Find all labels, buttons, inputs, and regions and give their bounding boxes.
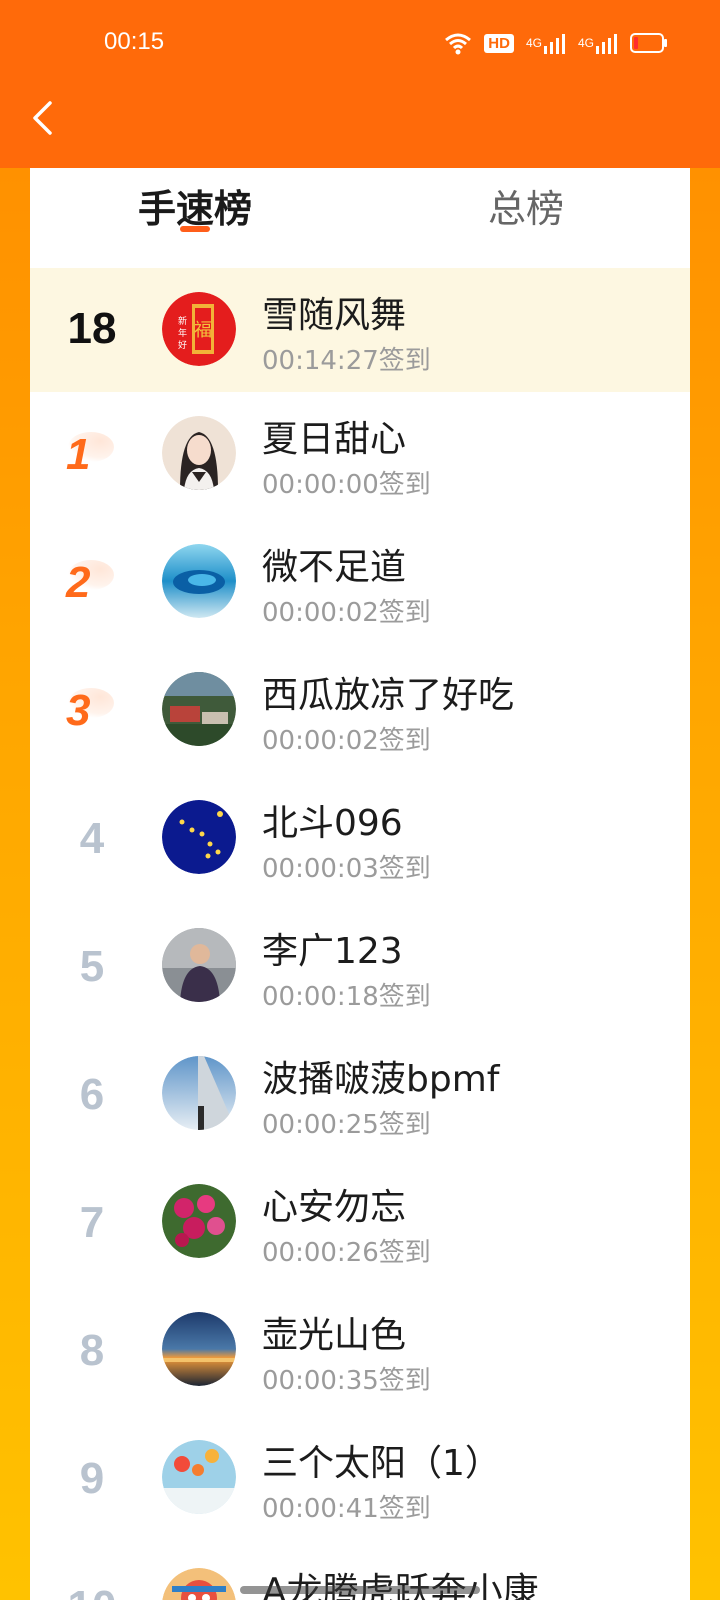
rank-number: 5 xyxy=(79,942,105,991)
battery-low-icon xyxy=(630,30,668,56)
user-name: 壶光山色 xyxy=(262,1315,407,1356)
status-time: 00:15 xyxy=(104,28,165,55)
list-item[interactable]: 7 心安勿忘 00:00:26签到 xyxy=(30,1160,690,1288)
avatar[interactable] xyxy=(162,1568,236,1600)
leaderboard-panel: 手速榜 总榜 18 福新年好 雪随风舞 00:14:27签到 1 夏日甜心 00… xyxy=(30,168,690,1600)
rank-number: 10 xyxy=(30,1582,154,1600)
checkin-time: 00:14:27签到 xyxy=(262,346,431,376)
signal-4g-icon: 4G xyxy=(578,30,618,56)
checkin-time: 00:00:02签到 xyxy=(262,598,431,628)
avatar[interactable]: 福新年好 xyxy=(162,292,236,366)
avatar[interactable] xyxy=(162,928,236,1002)
list-item[interactable]: 3 西瓜放凉了好吃 00:00:02签到 xyxy=(30,648,690,776)
list-item[interactable]: 9 三个太阳（1） 00:00:41签到 xyxy=(30,1416,690,1544)
rank-number: 9 xyxy=(79,1454,105,1503)
home-indicator[interactable] xyxy=(240,1586,480,1594)
avatar[interactable] xyxy=(162,672,236,746)
checkin-time: 00:00:25签到 xyxy=(262,1110,431,1140)
svg-text:福: 福 xyxy=(194,320,212,341)
avatar[interactable] xyxy=(162,1056,236,1130)
avatar[interactable] xyxy=(162,544,236,618)
user-name: 北斗096 xyxy=(262,803,403,844)
avatar[interactable] xyxy=(162,1312,236,1386)
rank-number: 1 xyxy=(66,430,91,479)
avatar[interactable] xyxy=(162,1184,236,1258)
user-name: 李广123 xyxy=(262,931,403,972)
user-name: 心安勿忘 xyxy=(262,1187,407,1228)
tab-speed-ranking[interactable]: 手速榜 xyxy=(138,178,252,233)
avatar[interactable] xyxy=(162,416,236,490)
checkin-time: 00:00:35签到 xyxy=(262,1366,431,1396)
checkin-time: 00:00:41签到 xyxy=(262,1494,431,1524)
checkin-time: 00:00:00签到 xyxy=(262,470,431,500)
checkin-time: 00:00:18签到 xyxy=(262,982,431,1012)
rank-number: 6 xyxy=(79,1070,105,1119)
hd-icon: HD xyxy=(484,30,514,56)
tab-bar: 手速榜 总榜 xyxy=(30,168,690,268)
back-button[interactable] xyxy=(20,96,64,140)
list-item[interactable]: 4 北斗096 00:00:03签到 xyxy=(30,776,690,904)
list-item[interactable]: 2 微不足道 00:00:02签到 xyxy=(30,520,690,648)
list-item[interactable]: 8 壶光山色 00:00:35签到 xyxy=(30,1288,690,1416)
rank-number: 2 xyxy=(66,558,91,607)
user-name: 西瓜放凉了好吃 xyxy=(262,675,515,716)
user-name: 夏日甜心 xyxy=(262,419,407,460)
svg-text:好: 好 xyxy=(178,339,187,351)
wifi-icon xyxy=(444,30,472,56)
list-item[interactable]: 5 李广123 00:00:18签到 xyxy=(30,904,690,1032)
rank-number: 4 xyxy=(79,814,105,863)
svg-text:新: 新 xyxy=(178,315,187,327)
chevron-left-icon xyxy=(33,101,52,135)
avatar[interactable] xyxy=(162,1440,236,1514)
user-name: 波播啵菠bpmf xyxy=(262,1059,500,1100)
rank-number: 7 xyxy=(79,1198,105,1247)
my-rank-number: 18 xyxy=(67,304,117,353)
checkin-time: 00:00:03签到 xyxy=(262,854,431,884)
svg-text:年: 年 xyxy=(178,327,187,339)
list-item[interactable]: 6 波播啵菠bpmf 00:00:25签到 xyxy=(30,1032,690,1160)
rank-number: 8 xyxy=(79,1326,105,1375)
checkin-time: 00:00:02签到 xyxy=(262,726,431,756)
signal-4g-icon: 4G xyxy=(526,30,566,56)
user-name: A龙腾虎跃奔小康 xyxy=(262,1562,539,1600)
user-name: 雪随风舞 xyxy=(262,295,407,336)
my-rank-row[interactable]: 18 福新年好 雪随风舞 00:14:27签到 xyxy=(30,268,690,392)
status-icons: HD 4G 4G xyxy=(444,30,668,56)
tab-total-ranking[interactable]: 总榜 xyxy=(488,178,564,233)
user-name: 三个太阳（1） xyxy=(262,1443,501,1484)
rank-number: 3 xyxy=(66,686,91,735)
app-header: 00:15 HD 4G 4G xyxy=(0,0,720,168)
active-tab-indicator xyxy=(180,226,210,232)
checkin-time: 00:00:26签到 xyxy=(262,1238,431,1268)
avatar[interactable] xyxy=(162,800,236,874)
list-item[interactable]: 1 夏日甜心 00:00:00签到 xyxy=(30,392,690,520)
user-name: 微不足道 xyxy=(262,547,407,588)
